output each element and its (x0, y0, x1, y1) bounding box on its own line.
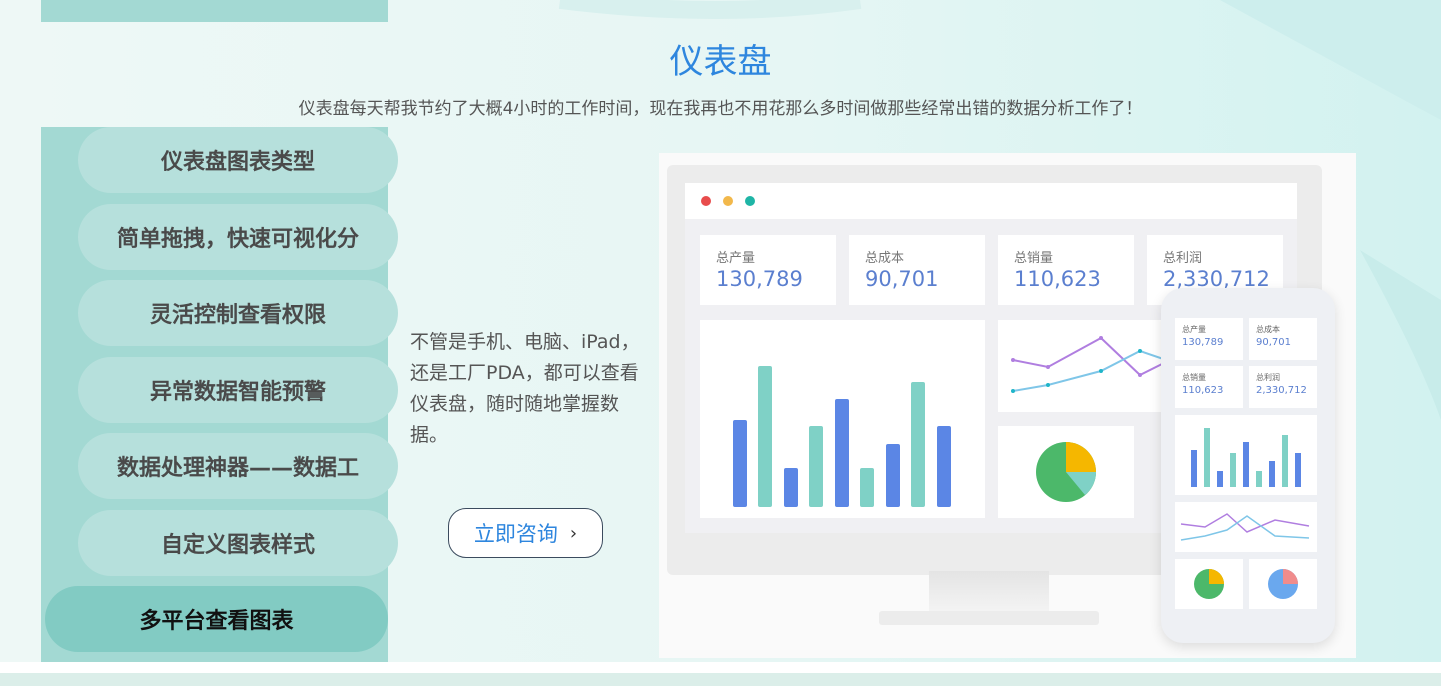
phone-pie-chart (1268, 569, 1298, 599)
kpi-card: 总销量 110,623 (998, 235, 1134, 305)
phone-pie-chart-panel (1175, 559, 1243, 609)
minimize-dot-icon (723, 196, 733, 206)
sidebar-item-data-tools[interactable]: 数据处理神器——数据工 (78, 433, 398, 499)
bottom-divider (0, 662, 1441, 673)
phone-pie-chart (1194, 569, 1224, 599)
phone-bar-chart (1191, 428, 1301, 487)
feature-description: 不管是手机、电脑、iPad，还是工厂PDA，都可以查看仪表盘，随时随地掌握数据。 (410, 331, 640, 446)
sidebar-item-alerts[interactable]: 异常数据智能预警 (78, 357, 398, 423)
phone-kpi-label: 总产量 (1182, 325, 1206, 334)
top-strip (41, 0, 388, 22)
bar-chart-panel (700, 320, 985, 518)
kpi-value: 110,623 (1014, 267, 1101, 291)
bottom-strip (0, 673, 1441, 686)
phone-kpi-card: 总成本 90,701 (1249, 318, 1317, 360)
window-titlebar (685, 183, 1297, 219)
phone-kpi-card: 总利润 2,330,712 (1249, 366, 1317, 408)
feature-sidebar: 仪表盘图表类型 简单拖拽，快速可视化分 灵活控制查看权限 异常数据智能预警 数据… (41, 127, 398, 662)
sidebar-item-permissions[interactable]: 灵活控制查看权限 (78, 280, 398, 346)
sidebar-item-chart-types[interactable]: 仪表盘图表类型 (78, 127, 398, 193)
phone-kpi-value: 110,623 (1182, 385, 1224, 396)
phone-kpi-card: 总产量 130,789 (1175, 318, 1243, 360)
kpi-value: 130,789 (716, 267, 803, 291)
section-title: 仪表盘 (669, 42, 772, 82)
bar-chart (733, 366, 951, 507)
monitor-stand-base (879, 611, 1099, 625)
kpi-card: 总成本 90,701 (849, 235, 985, 305)
sidebar-item-multi-platform[interactable]: 多平台查看图表 (45, 586, 388, 652)
consult-button-label: 立即咨询 (473, 522, 558, 546)
kpi-label: 总产量 (716, 251, 756, 266)
kpi-label: 总成本 (865, 251, 905, 266)
phone-line-chart-panel (1175, 502, 1317, 552)
pie-chart (1036, 442, 1096, 502)
pie-chart-panel (998, 426, 1134, 518)
close-dot-icon (701, 196, 711, 206)
phone-kpi-label: 总成本 (1256, 325, 1280, 334)
phone-kpi-value: 2,330,712 (1256, 385, 1307, 396)
phone-line-chart (1180, 513, 1310, 541)
sidebar-item-drag-drop[interactable]: 简单拖拽，快速可视化分 (78, 204, 398, 270)
phone-kpi-value: 130,789 (1182, 337, 1224, 348)
consult-button[interactable]: 立即咨询 › (448, 508, 603, 558)
section-subtitle: 仪表盘每天帮我节约了大概4小时的工作时间，现在我再也不用花那么多时间做那些经常出… (298, 99, 1143, 119)
phone-pie-chart-panel (1249, 559, 1317, 609)
kpi-label: 总销量 (1014, 251, 1054, 266)
kpi-card: 总产量 130,789 (700, 235, 836, 305)
kpi-label: 总利润 (1163, 251, 1203, 266)
phone-kpi-card: 总销量 110,623 (1175, 366, 1243, 408)
monitor-stand (929, 571, 1049, 613)
chevron-right-icon: › (569, 522, 578, 544)
kpi-value: 90,701 (865, 267, 939, 291)
phone-bar-chart-panel (1175, 415, 1317, 495)
phone-kpi-value: 90,701 (1256, 337, 1291, 348)
maximize-dot-icon (745, 196, 755, 206)
phone-kpi-label: 总利润 (1256, 373, 1280, 382)
phone-kpi-label: 总销量 (1182, 373, 1206, 382)
dashboard-illustration: 总产量 130,789 总成本 90,701 总销量 110,623 总利润 2… (659, 153, 1356, 658)
phone-mockup: 总产量 130,789 总成本 90,701 总销量 110,623 总利润 2… (1161, 288, 1335, 643)
sidebar-item-custom-style[interactable]: 自定义图表样式 (78, 510, 398, 576)
